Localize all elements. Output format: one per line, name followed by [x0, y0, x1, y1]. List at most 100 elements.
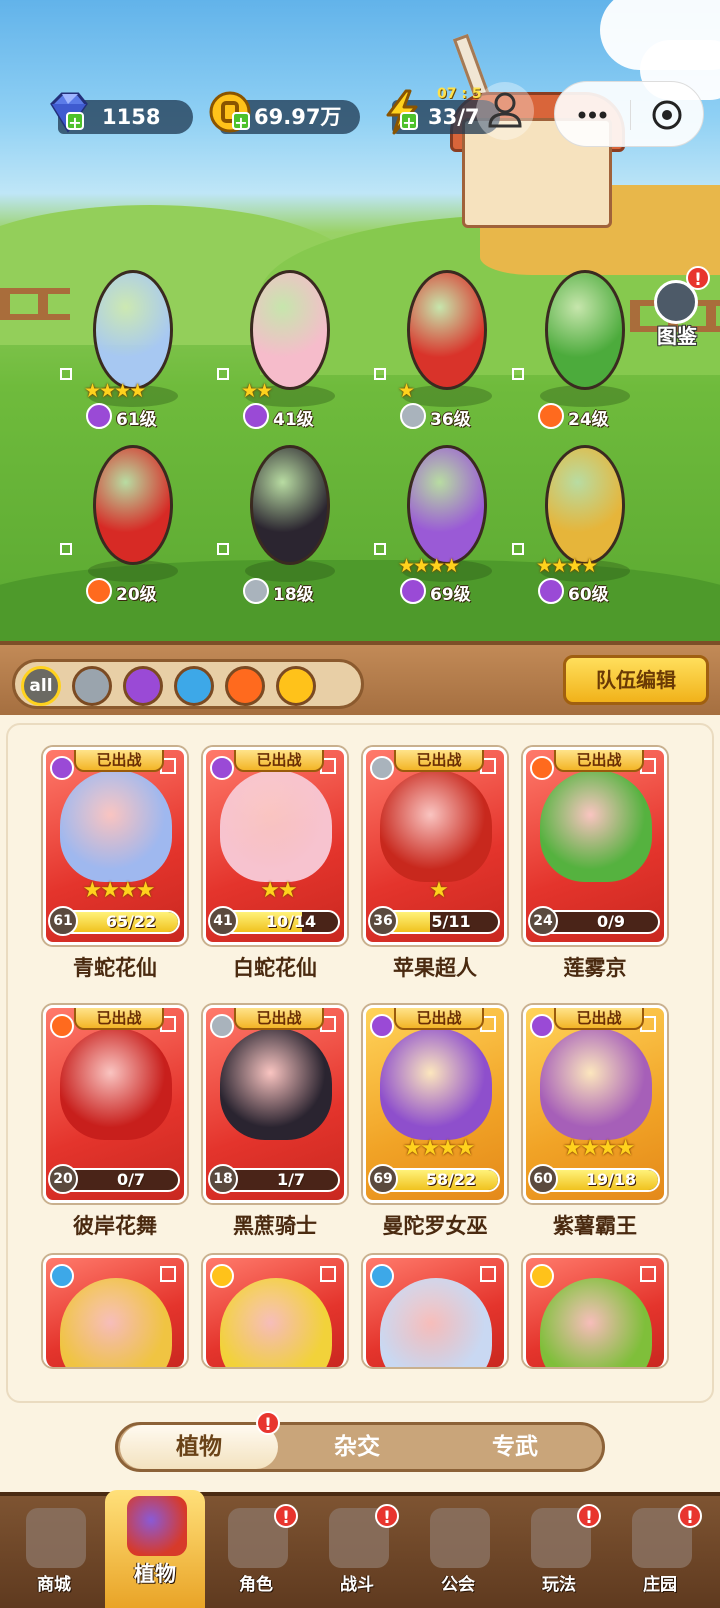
- plant-portrait: [220, 1028, 332, 1140]
- gems-counter[interactable]: + 1158: [50, 92, 193, 134]
- card-stars: ★: [429, 878, 449, 903]
- filter-all-button[interactable]: all: [21, 666, 61, 706]
- character-sprite: [545, 270, 625, 390]
- lineup-character[interactable]: ★★★★ 61级: [58, 250, 188, 430]
- nav-label: 玩法: [542, 1575, 576, 1595]
- nav-character[interactable]: 角色!: [206, 1502, 306, 1608]
- plant-card[interactable]: [43, 1255, 187, 1367]
- nav-guild[interactable]: 公会: [408, 1502, 508, 1608]
- guild-icon: [430, 1508, 490, 1568]
- plant-card[interactable]: 已出战 ★ 5/11 36: [363, 747, 507, 945]
- formation-icon: [480, 1266, 496, 1282]
- plant-name: 白蛇花仙: [233, 956, 317, 980]
- plant-card[interactable]: [363, 1255, 507, 1367]
- user-icon: [488, 92, 522, 128]
- shard-progress-text: 1/7: [276, 1170, 306, 1189]
- lineup-character[interactable]: 18级: [215, 425, 345, 605]
- plant-portrait: [540, 770, 652, 882]
- potion-element-icon: [50, 756, 74, 780]
- character-sprite: [250, 270, 330, 390]
- plant-name: 曼陀罗女巫: [382, 1214, 488, 1238]
- tab-1[interactable]: 杂交: [278, 1425, 436, 1469]
- potion-element-icon: [370, 1014, 394, 1038]
- nav-label: 战斗: [340, 1575, 374, 1595]
- character-stars: ★★★★: [84, 380, 146, 402]
- character-sprite: [93, 445, 173, 565]
- lineup-character[interactable]: ★★ 41级: [215, 250, 345, 430]
- plant-card[interactable]: 已出战 ★★★★ 58/22 69: [363, 1005, 507, 1203]
- more-button[interactable]: [555, 82, 630, 148]
- shard-progress-text: 65/22: [105, 912, 157, 931]
- plant-card[interactable]: 已出战 1/7 18: [203, 1005, 347, 1203]
- lineup-character[interactable]: 24级: [510, 250, 640, 430]
- nav-plant[interactable]: 植物: [105, 1490, 205, 1608]
- nav-manor[interactable]: 庄园!: [610, 1502, 710, 1608]
- tab-2[interactable]: 专武: [436, 1425, 594, 1469]
- card-level-badge: 36: [368, 906, 398, 936]
- fire-element-icon: [86, 578, 112, 604]
- codex-button[interactable]: ! 图鉴: [648, 266, 710, 348]
- gold-value: 69.97万: [254, 105, 342, 129]
- close-miniprogram-button[interactable]: [630, 82, 705, 148]
- shard-progress-text: 0/7: [116, 1170, 146, 1189]
- card-level-badge: 20: [48, 1164, 78, 1194]
- plant-portrait: [540, 1278, 652, 1367]
- formation-icon: [160, 1266, 176, 1282]
- add-gems-icon[interactable]: +: [66, 112, 84, 131]
- profile-button[interactable]: [476, 82, 534, 140]
- plant-card[interactable]: 已出战 0/7 20: [43, 1005, 187, 1203]
- character-level: 18级: [273, 585, 314, 605]
- nav-alert-badge: !: [678, 1504, 702, 1528]
- nav-gameplay[interactable]: 玩法!: [509, 1502, 609, 1608]
- lineup-character[interactable]: ★★★★ 69级: [372, 425, 502, 605]
- card-level-badge: 18: [208, 1164, 238, 1194]
- lightning-element-icon: [210, 1264, 234, 1288]
- sword-element-icon: [210, 1014, 234, 1038]
- character-sprite: [93, 270, 173, 390]
- lineup-character[interactable]: 20级: [58, 425, 188, 605]
- deployed-badge: 已出战: [234, 750, 324, 772]
- card-level-badge: 24: [528, 906, 558, 936]
- card-level-badge: 69: [368, 1164, 398, 1194]
- plant-card[interactable]: [203, 1255, 347, 1367]
- lineup-character[interactable]: ★★★★ 60级: [510, 425, 640, 605]
- nav-label: 角色: [239, 1575, 273, 1595]
- deployed-badge: 已出战: [394, 1008, 484, 1030]
- tab-0[interactable]: 植物: [120, 1425, 278, 1469]
- mini-program-capsule: [554, 81, 704, 147]
- character-level: 69级: [430, 585, 471, 605]
- deployed-badge: 已出战: [234, 1008, 324, 1030]
- filter-water-button[interactable]: [174, 666, 214, 706]
- character-stars: ★★★★: [398, 555, 460, 577]
- plant-card[interactable]: [523, 1255, 667, 1367]
- fire-element-icon: [530, 756, 554, 780]
- add-gold-icon[interactable]: +: [232, 112, 250, 131]
- deployed-badge: 已出战: [554, 1008, 644, 1030]
- filter-potion-button[interactable]: [123, 666, 163, 706]
- lineup-character[interactable]: ★ 36级: [372, 250, 502, 430]
- nav-alert-badge: !: [274, 1504, 298, 1528]
- add-stamina-icon[interactable]: +: [400, 112, 418, 131]
- plant-portrait: [380, 770, 492, 882]
- character-stars: ★★: [241, 380, 273, 402]
- gold-counter[interactable]: + 69.97万: [209, 91, 360, 134]
- nav-label: 商城: [37, 1575, 71, 1595]
- element-filter-group: all: [12, 659, 364, 709]
- plant-card[interactable]: 已出战 ★★★★ 65/22 61: [43, 747, 187, 945]
- shard-progress-text: 5/11: [431, 912, 471, 931]
- formation-icon: [374, 368, 386, 380]
- potion-element-icon: [400, 578, 426, 604]
- filter-sword-button[interactable]: [72, 666, 112, 706]
- nav-shop[interactable]: 商城: [4, 1502, 104, 1608]
- filter-fire-button[interactable]: [225, 666, 265, 706]
- category-toggle: 植物! 杂交 专武: [115, 1411, 605, 1472]
- team-edit-button[interactable]: 队伍编辑: [563, 655, 709, 705]
- nav-battle[interactable]: 战斗!: [307, 1502, 407, 1608]
- formation-icon: [60, 543, 72, 555]
- plant-card[interactable]: 已出战 0/9 24: [523, 747, 667, 945]
- formation-icon: [217, 543, 229, 555]
- filter-lightning-button[interactable]: [276, 666, 316, 706]
- plant-portrait: [60, 1278, 172, 1367]
- plant-card[interactable]: 已出战 ★★★★ 19/18 60: [523, 1005, 667, 1203]
- plant-card[interactable]: 已出战 ★★ 10/14 41: [203, 747, 347, 945]
